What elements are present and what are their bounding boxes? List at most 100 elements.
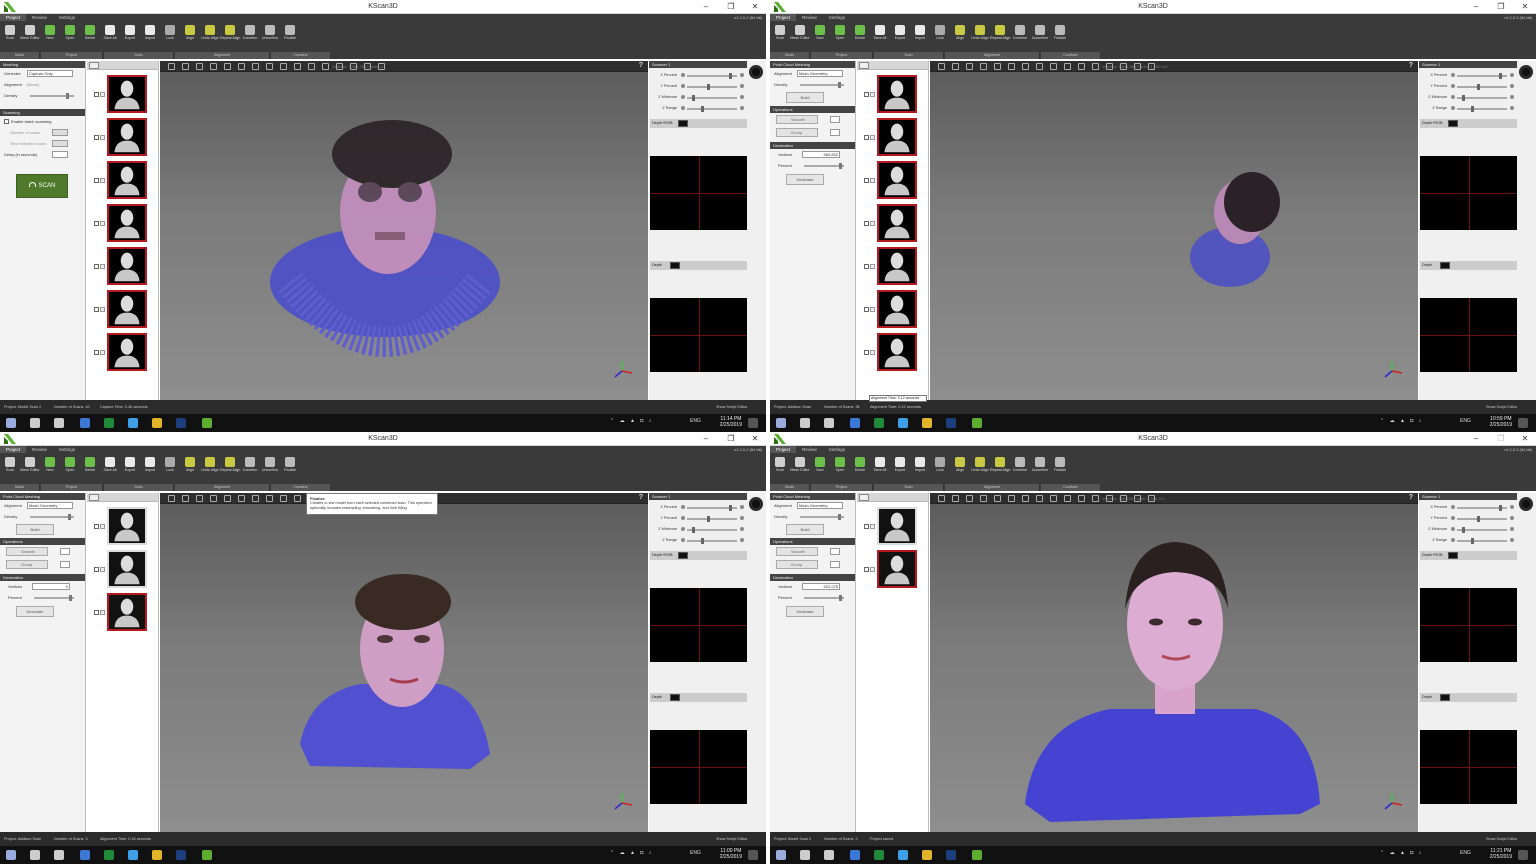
slider-dot-icon[interactable]	[740, 516, 744, 520]
viewport-tool-icon[interactable]	[1008, 495, 1015, 502]
thumbnail-visibility-icon[interactable]	[870, 92, 875, 97]
ribbon-tab-project[interactable]: Project	[770, 14, 797, 21]
viewport-tool-icon[interactable]	[336, 63, 343, 70]
viewport-tool-icon[interactable]	[966, 63, 973, 70]
viewport-tool-icon[interactable]	[952, 63, 959, 70]
smooth-stepper[interactable]	[830, 116, 840, 123]
viewport-tool-icon[interactable]	[1078, 495, 1085, 502]
alignment-select[interactable]: Mesh Geometry	[797, 70, 843, 77]
viewport-tool-icon[interactable]	[182, 495, 189, 502]
task-view-icon[interactable]	[824, 418, 834, 428]
maximize-icon[interactable]: ❐	[725, 434, 737, 443]
tool-lock-button[interactable]: Lock	[160, 23, 180, 51]
viewport-tool-icon[interactable]	[1022, 63, 1029, 70]
tool-import-button[interactable]: Import	[910, 23, 930, 51]
slider-dot-icon[interactable]	[740, 95, 744, 99]
scanner-slider[interactable]	[1457, 516, 1507, 522]
viewport-tool-icon[interactable]	[994, 495, 1001, 502]
tool-mesh-editor-button[interactable]: Mesh Editor	[20, 455, 40, 483]
ribbon-tab-review[interactable]: Review	[26, 14, 53, 21]
tool-repeat-align-button[interactable]: Repeat Align	[990, 23, 1010, 51]
thumbnail-checkbox[interactable]	[94, 610, 99, 615]
minimize-icon[interactable]: –	[700, 434, 712, 443]
tool-lock-button[interactable]: Lock	[930, 455, 950, 483]
viewport-tool-icon[interactable]	[266, 63, 273, 70]
kscan-taskbar-icon[interactable]	[972, 418, 982, 428]
thumbnail-checkbox[interactable]	[864, 350, 869, 355]
smooth-button[interactable]: Smooth	[776, 115, 818, 124]
slider-handle[interactable]	[66, 93, 69, 99]
scanner-slider[interactable]	[1457, 505, 1507, 511]
viewport-tool-icon[interactable]	[1120, 495, 1127, 502]
chrome-icon[interactable]	[922, 850, 932, 860]
tool-delete-button[interactable]: Delete	[850, 455, 870, 483]
excel-icon[interactable]	[874, 850, 884, 860]
tool-export-button[interactable]: Export	[890, 455, 910, 483]
viewport-tool-icon[interactable]	[196, 495, 203, 502]
kscan-taskbar-icon[interactable]	[202, 418, 212, 428]
density-slider[interactable]	[800, 82, 844, 88]
tool-import-button[interactable]: Import	[140, 455, 160, 483]
file-explorer-icon[interactable]	[850, 418, 860, 428]
search-icon[interactable]	[30, 850, 40, 860]
vertices-input[interactable]: 922,075	[802, 583, 840, 590]
scan-thumbnail[interactable]	[877, 204, 917, 242]
slider-handle[interactable]	[838, 514, 841, 520]
viewport-tool-icon[interactable]	[1064, 63, 1071, 70]
onedrive-icon[interactable]	[128, 850, 138, 860]
smooth-button[interactable]: Smooth	[776, 547, 818, 556]
num-scans-stepper[interactable]	[52, 129, 68, 136]
gear-icon[interactable]	[749, 65, 763, 79]
tool-scan-button[interactable]: Scan	[0, 455, 20, 483]
density-slider[interactable]	[800, 514, 844, 520]
thumbnail-checkbox[interactable]	[94, 307, 99, 312]
tool-finalize-button[interactable]: Finalize	[280, 23, 300, 51]
percent-slider[interactable]	[804, 163, 844, 169]
thumbnail-visibility-icon[interactable]	[870, 307, 875, 312]
minimize-icon[interactable]: –	[1470, 2, 1482, 11]
scanner-slider[interactable]	[1457, 106, 1507, 112]
viewport-tool-icon[interactable]	[1106, 63, 1113, 70]
thumbnail-checkbox[interactable]	[864, 524, 869, 529]
viewport-3d[interactable]: Vertices: 960,636 Faces: 1,920,114 ?	[930, 493, 1418, 832]
thumbnail-visibility-icon[interactable]	[870, 524, 875, 529]
thumbnail-checkbox[interactable]	[864, 307, 869, 312]
thumbnail-toggle-icon[interactable]	[859, 494, 869, 501]
ribbon-tab-review[interactable]: Review	[26, 446, 53, 453]
viewport-tool-icon[interactable]	[1134, 495, 1141, 502]
tool-combine-button[interactable]: Combine	[1010, 23, 1030, 51]
scanned-model[interactable]	[160, 72, 648, 400]
tool-save-all-button[interactable]: Save All	[870, 23, 890, 51]
tool-open-button[interactable]: Open	[830, 23, 850, 51]
slider-dot-icon[interactable]	[681, 106, 685, 110]
slider-dot-icon[interactable]	[681, 84, 685, 88]
viewport-tool-icon[interactable]	[1078, 63, 1085, 70]
tool-import-button[interactable]: Import	[910, 455, 930, 483]
search-icon[interactable]	[30, 418, 40, 428]
excel-icon[interactable]	[104, 418, 114, 428]
slider-dot-icon[interactable]	[681, 516, 685, 520]
tool-undo-align-button[interactable]: Undo Align	[970, 23, 990, 51]
tool-repeat-align-button[interactable]: Repeat Align	[220, 23, 240, 51]
thumbnail-checkbox[interactable]	[864, 135, 869, 140]
thumbnail-visibility-icon[interactable]	[100, 350, 105, 355]
scanner-slider[interactable]	[1457, 95, 1507, 101]
thumbnail-toggle-icon[interactable]	[89, 494, 99, 501]
tool-combine-button[interactable]: Combine	[1010, 455, 1030, 483]
windows-start-icon[interactable]	[6, 418, 16, 428]
tool-delete-button[interactable]: Delete	[850, 23, 870, 51]
slider-handle[interactable]	[1462, 95, 1465, 101]
thumbnail-visibility-icon[interactable]	[100, 178, 105, 183]
close-icon[interactable]: ✕	[1519, 2, 1531, 11]
minimize-icon[interactable]: –	[1470, 434, 1482, 443]
slider-dot-icon[interactable]	[740, 538, 744, 542]
camera-icon[interactable]	[670, 694, 680, 701]
excel-icon[interactable]	[874, 418, 884, 428]
slider-dot-icon[interactable]	[1510, 84, 1514, 88]
ribbon-tab-project[interactable]: Project	[770, 446, 797, 453]
viewport-tool-icon[interactable]	[378, 63, 385, 70]
viewport-tool-icon[interactable]	[294, 63, 301, 70]
percent-slider[interactable]	[34, 595, 74, 601]
slider-handle[interactable]	[701, 106, 704, 112]
gear-icon[interactable]	[749, 497, 763, 511]
